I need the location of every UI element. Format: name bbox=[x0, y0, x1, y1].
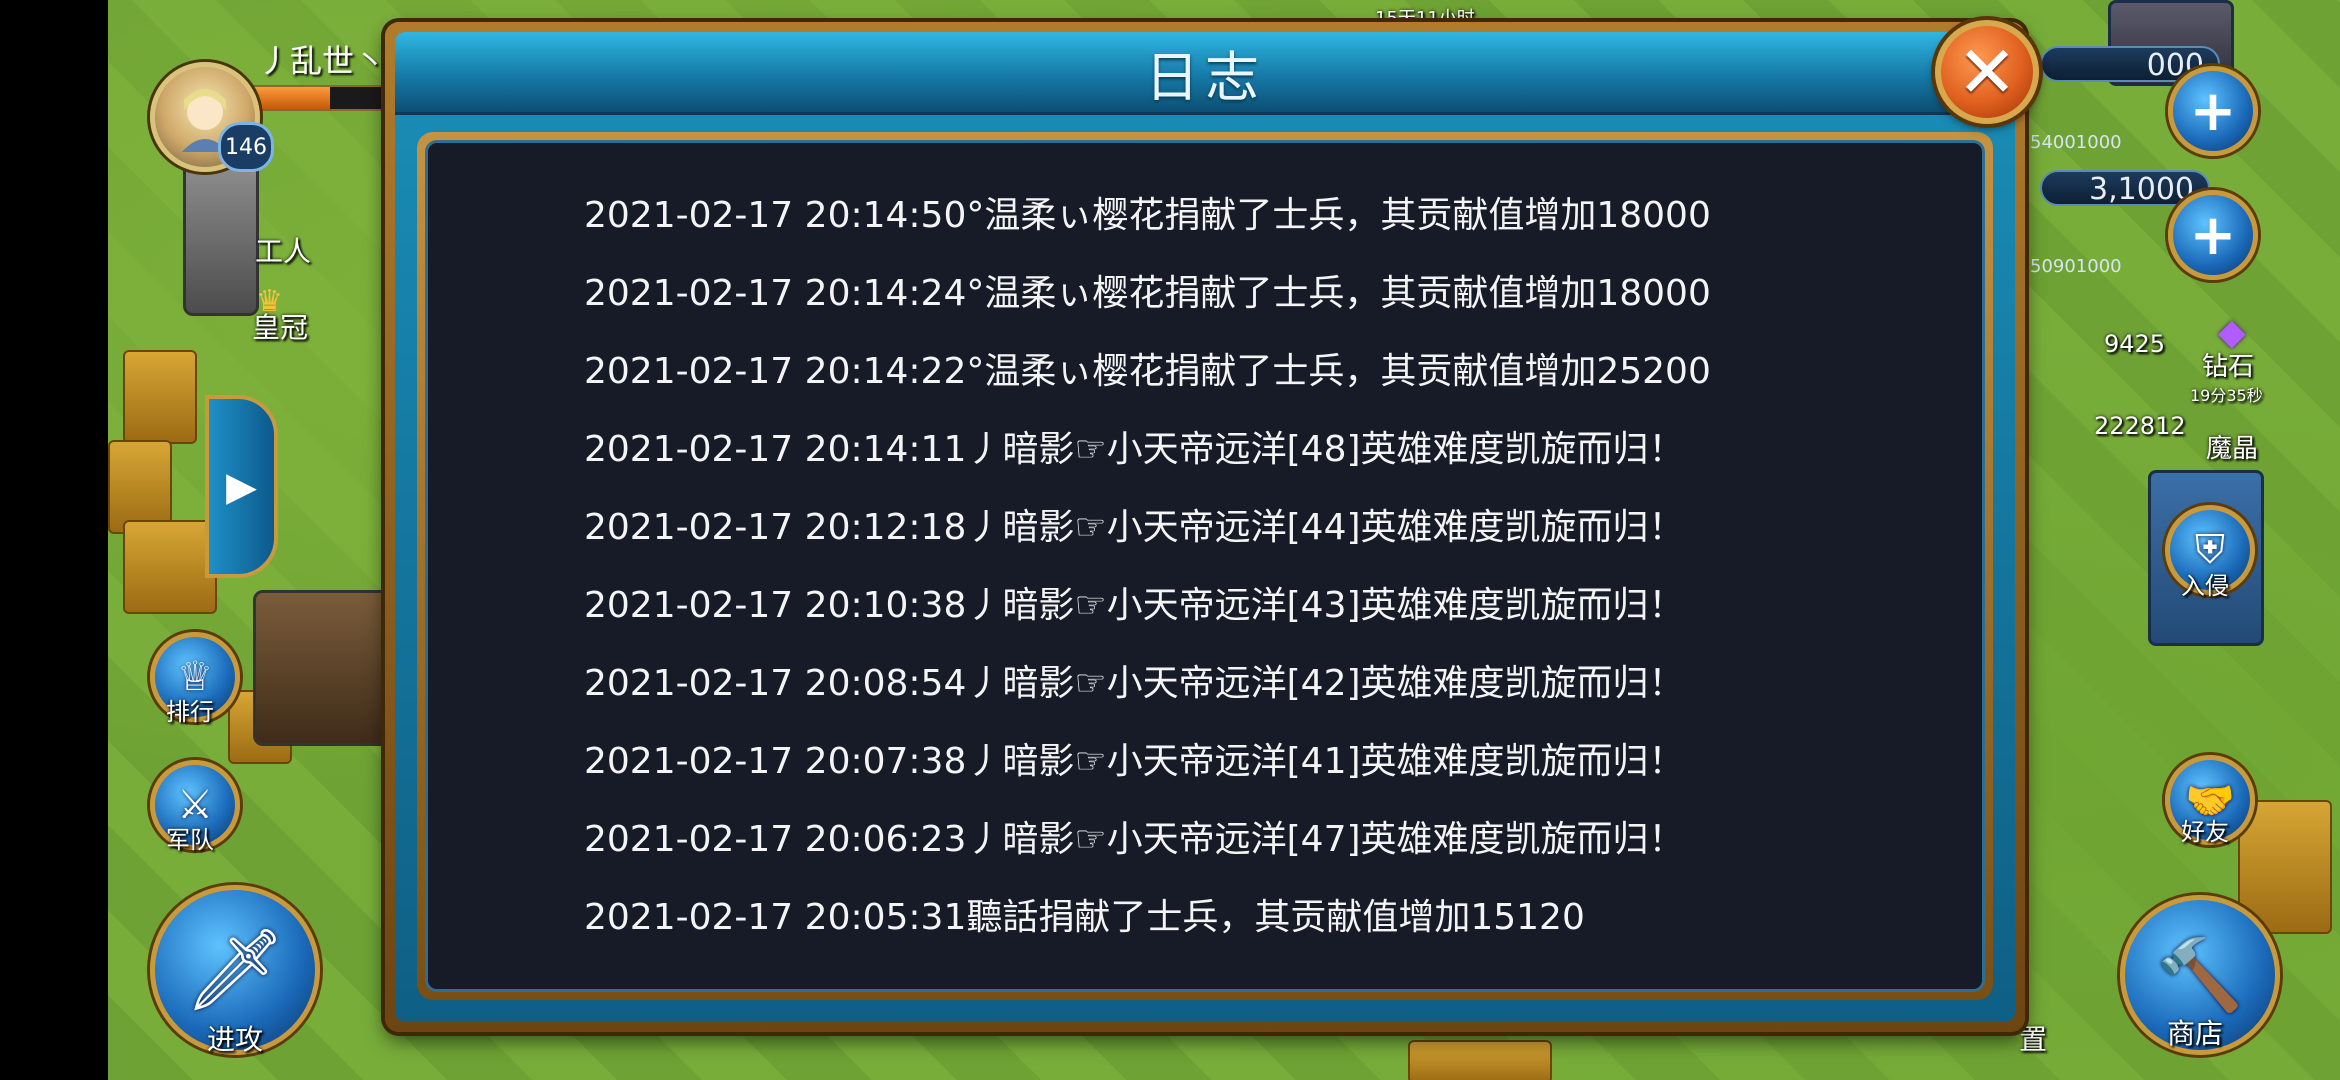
log-dialog: 日志 2021-02-17 20:14:50°温柔ぃ樱花捐献了士兵，其贡献值增加… bbox=[385, 22, 2025, 1032]
invade-button-label: 入侵 bbox=[2181, 572, 2229, 600]
elixir-capacity: 50901000 bbox=[2030, 256, 2122, 277]
add-gold-button[interactable]: + bbox=[2168, 66, 2258, 156]
log-list[interactable]: 2021-02-17 20:14:50°温柔ぃ樱花捐献了士兵，其贡献值增加180… bbox=[584, 177, 1962, 957]
crystal-label[interactable]: 魔晶 bbox=[2206, 428, 2258, 465]
side-panel-toggle[interactable]: ▶ bbox=[205, 395, 278, 578]
log-entry: 2021-02-17 20:12:18丿暗影☞小天帝远洋[44]英雄难度凯旋而归… bbox=[584, 507, 1685, 548]
crown-icon: ♛ bbox=[256, 284, 283, 319]
dialog-body: 日志 2021-02-17 20:14:50°温柔ぃ樱花捐献了士兵，其贡献值增加… bbox=[395, 32, 2015, 1022]
sword-icon: 🗡 bbox=[184, 923, 286, 1016]
xp-bar-fill bbox=[252, 87, 330, 109]
diamond-value: 9425 bbox=[2104, 330, 2166, 358]
log-panel[interactable]: 2021-02-17 20:14:50°温柔ぃ樱花捐献了士兵，其贡献值增加180… bbox=[425, 140, 1985, 992]
close-button[interactable]: ✕ bbox=[1935, 20, 2039, 124]
crystal-value: 222812 bbox=[2094, 412, 2186, 440]
rank-button-label: 排行 bbox=[166, 698, 214, 726]
wall-block bbox=[1408, 1040, 1552, 1080]
log-entry: 2021-02-17 20:07:38丿暗影☞小天帝远洋[41]英雄难度凯旋而归… bbox=[584, 741, 1685, 782]
arrow-right-icon: ▶ bbox=[226, 463, 257, 510]
hammer-icon: 🔨 bbox=[2156, 933, 2244, 1016]
player-name: 丿乱世丶 bbox=[258, 42, 387, 80]
player-level-badge: 146 bbox=[218, 122, 274, 172]
log-entry: 2021-02-17 20:14:22°温柔ぃ樱花捐献了士兵，其贡献值增加252… bbox=[584, 351, 1711, 392]
workers-label[interactable]: 工人 bbox=[255, 230, 311, 270]
army-button-label: 军队 bbox=[166, 826, 214, 854]
log-entry: 2021-02-17 20:05:31聽話捐献了士兵，其贡献值增加15120 bbox=[584, 897, 1585, 938]
log-fade-overlay bbox=[428, 959, 1982, 989]
wall-block bbox=[123, 350, 197, 444]
wall-block bbox=[123, 520, 217, 614]
dialog-title: 日志 bbox=[1145, 45, 1265, 109]
log-frame: 2021-02-17 20:14:50°温柔ぃ樱花捐献了士兵，其贡献值增加180… bbox=[417, 132, 1993, 1000]
shop-button-label: 商店 bbox=[2166, 1017, 2223, 1050]
plus-icon: + bbox=[2189, 78, 2237, 144]
diamond-icon: ◆ bbox=[2218, 312, 2246, 353]
log-entry: 2021-02-17 20:06:23丿暗影☞小天帝远洋[47]英雄难度凯旋而归… bbox=[584, 819, 1685, 860]
log-entry: 2021-02-17 20:14:50°温柔ぃ樱花捐献了士兵，其贡献值增加180… bbox=[584, 195, 1711, 236]
attack-button-label: 进攻 bbox=[206, 1023, 263, 1056]
log-entry: 2021-02-17 20:14:11丿暗影☞小天帝远洋[48]英雄难度凯旋而归… bbox=[584, 429, 1685, 470]
friends-button-label: 好友 bbox=[2181, 818, 2229, 846]
dialog-title-bar: 日志 bbox=[395, 32, 2015, 115]
gold-capacity: 54001000 bbox=[2030, 132, 2122, 153]
close-icon: ✕ bbox=[1956, 30, 2018, 114]
stone-tower bbox=[183, 160, 259, 316]
log-entry: 2021-02-17 20:10:38丿暗影☞小天帝远洋[43]英雄难度凯旋而归… bbox=[584, 585, 1685, 626]
crystal-timer: 19分35秒 bbox=[2190, 386, 2263, 405]
add-elixir-button[interactable]: + bbox=[2168, 190, 2258, 280]
log-entry: 2021-02-17 20:14:24°温柔ぃ樱花捐献了士兵，其贡献值增加180… bbox=[584, 273, 1711, 314]
log-entry: 2021-02-17 20:08:54丿暗影☞小天帝远洋[42]英雄难度凯旋而归… bbox=[584, 663, 1685, 704]
plus-icon: + bbox=[2189, 202, 2237, 268]
xp-bar bbox=[250, 85, 384, 111]
